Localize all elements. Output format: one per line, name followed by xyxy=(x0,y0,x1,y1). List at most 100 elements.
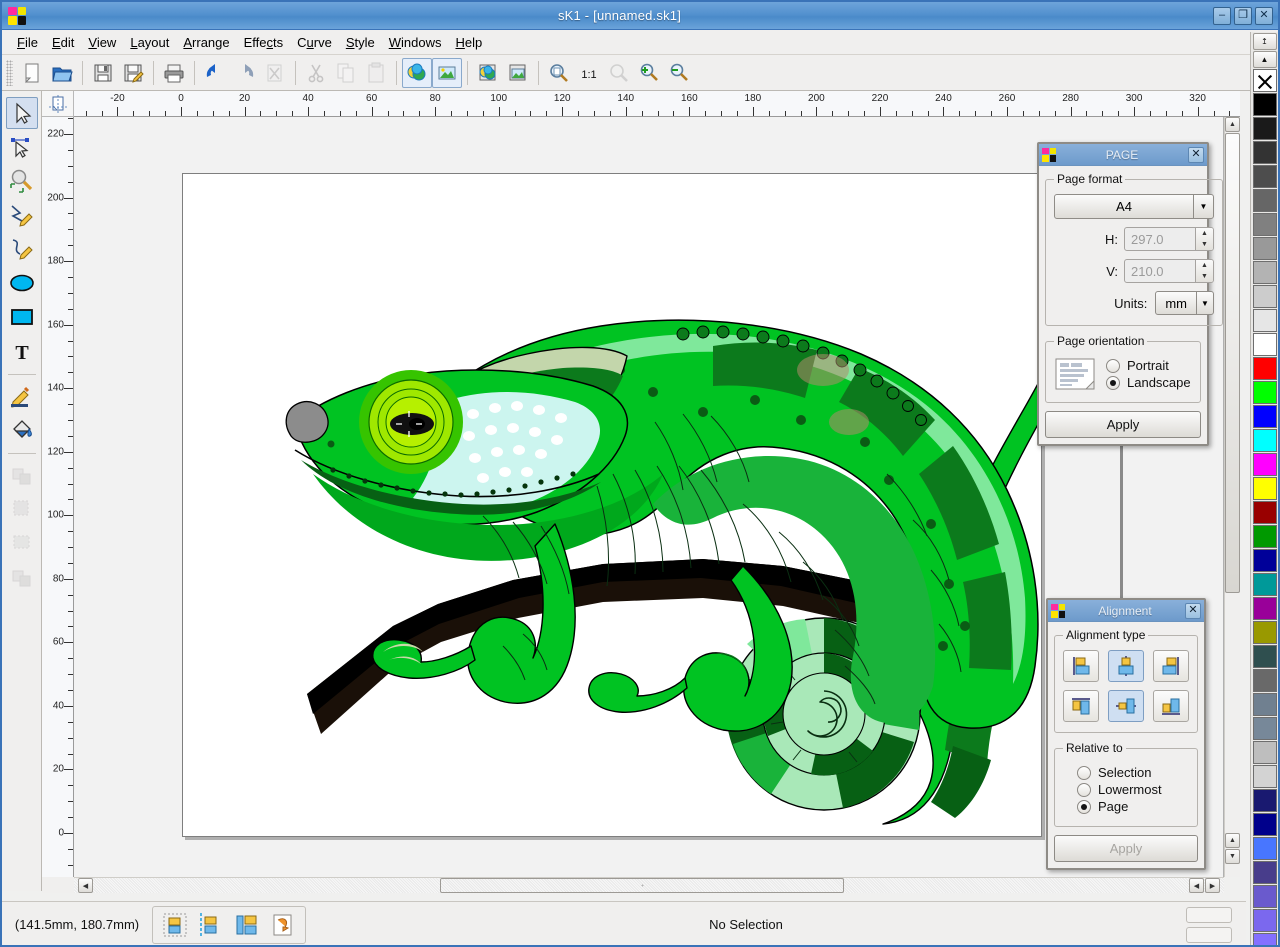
scroll-down-button-a[interactable]: ▲ xyxy=(1225,833,1240,848)
radio-landscape-indicator[interactable] xyxy=(1106,375,1120,390)
page-height-input[interactable] xyxy=(1125,228,1195,250)
color-swatch[interactable] xyxy=(1252,429,1277,452)
color-swatch[interactable] xyxy=(1252,237,1277,260)
color-swatch[interactable] xyxy=(1252,309,1277,332)
palette-scroll-up-button[interactable]: ▲ xyxy=(1252,51,1277,68)
scroll-left-button-2[interactable]: ◀ xyxy=(1189,878,1204,893)
align-top-icon[interactable] xyxy=(1063,690,1100,722)
stepper-up-icon[interactable]: ▲ xyxy=(1196,260,1213,271)
horizontal-scroll-thumb[interactable] xyxy=(440,878,844,893)
snap-to-page-icon[interactable] xyxy=(268,910,298,940)
color-swatch[interactable] xyxy=(1252,93,1277,116)
color-swatch[interactable] xyxy=(1252,597,1277,620)
color-swatch[interactable] xyxy=(1252,909,1277,932)
scroll-right-button[interactable]: ▶ xyxy=(1205,878,1220,893)
export-bitmap-icon[interactable] xyxy=(503,58,533,88)
bezier-tool[interactable] xyxy=(6,233,38,265)
stepper-down-icon[interactable]: ▼ xyxy=(1196,271,1213,282)
color-swatch[interactable] xyxy=(1252,357,1277,380)
alignment-dialog-titlebar[interactable]: Alignment ✕ xyxy=(1048,600,1204,622)
radio-relative-selection[interactable]: Selection xyxy=(1077,765,1189,780)
color-swatch[interactable] xyxy=(1252,285,1277,308)
vertical-ruler[interactable]: 220 200 180 160 140 120 100 80 60 40 20 0 xyxy=(42,117,74,891)
menu-arrange[interactable]: Arrange xyxy=(176,32,236,53)
menu-layout[interactable]: Layout xyxy=(123,32,176,53)
color-swatch[interactable] xyxy=(1252,645,1277,668)
color-swatch[interactable] xyxy=(1252,333,1277,356)
radio-selection-indicator[interactable] xyxy=(1077,765,1091,780)
menu-edit[interactable]: Edit xyxy=(45,32,81,53)
selection-tool[interactable] xyxy=(5,97,38,129)
color-swatch[interactable] xyxy=(1252,261,1277,284)
open-document-icon[interactable] xyxy=(47,58,77,88)
color-swatch[interactable] xyxy=(1252,213,1277,236)
stepper-up-icon[interactable]: ▲ xyxy=(1196,228,1213,239)
export-icon[interactable] xyxy=(473,58,503,88)
zoom-tool[interactable] xyxy=(6,165,38,197)
toolbar-grip[interactable] xyxy=(6,59,13,86)
radio-relative-page[interactable]: Page xyxy=(1077,799,1189,814)
color-swatch[interactable] xyxy=(1252,789,1277,812)
scroll-down-button-b[interactable]: ▼ xyxy=(1225,849,1240,864)
color-swatch[interactable] xyxy=(1252,765,1277,788)
color-swatch[interactable] xyxy=(1252,933,1277,945)
zoom-out-icon[interactable] xyxy=(664,58,694,88)
import-image-icon[interactable] xyxy=(402,57,432,88)
zoom-in-icon[interactable] xyxy=(634,58,664,88)
color-swatch[interactable] xyxy=(1252,549,1277,572)
ruler-origin-button[interactable] xyxy=(42,91,74,117)
zoom-100-icon[interactable]: 1:1 xyxy=(574,58,604,88)
page-height-spinner[interactable]: ▲ ▼ xyxy=(1124,227,1214,251)
color-swatch[interactable] xyxy=(1252,165,1277,188)
color-swatch[interactable] xyxy=(1252,885,1277,908)
horizontal-ruler[interactable]: -20 0 20 40 60 80 100 120 140 160 180 200 220 240 260 2… xyxy=(74,91,1240,117)
color-swatch[interactable] xyxy=(1252,525,1277,548)
page-format-select[interactable]: A4 ▼ xyxy=(1054,194,1214,219)
page-dialog-close-button[interactable]: ✕ xyxy=(1188,146,1204,163)
align-vertical-center-icon[interactable] xyxy=(1107,690,1144,722)
horizontal-scrollbar[interactable]: ◀ ◀ ▶ xyxy=(74,877,1224,893)
undo-icon[interactable] xyxy=(200,58,230,88)
palette-scroll-top-button[interactable]: ↥ xyxy=(1252,33,1277,50)
vertical-scrollbar[interactable]: ▲ ▲ ▼ xyxy=(1224,117,1240,877)
node-edit-tool[interactable] xyxy=(6,131,38,163)
vertical-scroll-thumb[interactable] xyxy=(1225,133,1240,593)
rectangle-tool[interactable] xyxy=(6,301,38,333)
new-document-icon[interactable] xyxy=(17,58,47,88)
align-horizontal-center-icon[interactable] xyxy=(1107,650,1144,682)
save-as-icon[interactable] xyxy=(118,58,148,88)
save-icon[interactable] xyxy=(88,58,118,88)
radio-page-indicator[interactable] xyxy=(1077,799,1091,814)
fill-tool[interactable] xyxy=(6,414,38,446)
fill-indicator[interactable] xyxy=(1186,906,1232,923)
alignment-dialog-close-button[interactable]: ✕ xyxy=(1185,602,1201,619)
snap-to-objects-icon[interactable] xyxy=(232,910,262,940)
color-swatch[interactable] xyxy=(1252,741,1277,764)
color-swatch[interactable] xyxy=(1252,573,1277,596)
scroll-left-button[interactable]: ◀ xyxy=(78,878,93,893)
color-swatch[interactable] xyxy=(1252,141,1277,164)
menu-curve[interactable]: Curve xyxy=(290,32,339,53)
align-right-icon[interactable] xyxy=(1152,650,1189,682)
color-swatch[interactable] xyxy=(1252,669,1277,692)
print-icon[interactable] xyxy=(159,58,189,88)
color-swatch[interactable] xyxy=(1252,477,1277,500)
minimize-button[interactable]: – xyxy=(1213,6,1231,25)
color-swatch[interactable] xyxy=(1252,717,1277,740)
color-swatch[interactable] xyxy=(1252,693,1277,716)
snap-to-grid-icon[interactable] xyxy=(160,910,190,940)
color-swatch[interactable] xyxy=(1252,117,1277,140)
page-width-stepper[interactable]: ▲ ▼ xyxy=(1195,260,1213,282)
radio-portrait[interactable]: Portrait xyxy=(1106,358,1191,373)
page-units-select[interactable]: mm ▼ xyxy=(1155,291,1214,315)
snap-to-guides-icon[interactable] xyxy=(196,910,226,940)
page-dialog-titlebar[interactable]: PAGE ✕ xyxy=(1039,144,1207,166)
color-swatch[interactable] xyxy=(1252,453,1277,476)
stepper-down-icon[interactable]: ▼ xyxy=(1196,239,1213,250)
insert-bitmap-icon[interactable] xyxy=(432,57,462,88)
radio-landscape[interactable]: Landscape xyxy=(1106,375,1191,390)
polyline-tool[interactable] xyxy=(6,199,38,231)
color-swatch[interactable] xyxy=(1252,501,1277,524)
menu-help[interactable]: Help xyxy=(448,32,489,53)
outline-tool[interactable] xyxy=(6,380,38,412)
